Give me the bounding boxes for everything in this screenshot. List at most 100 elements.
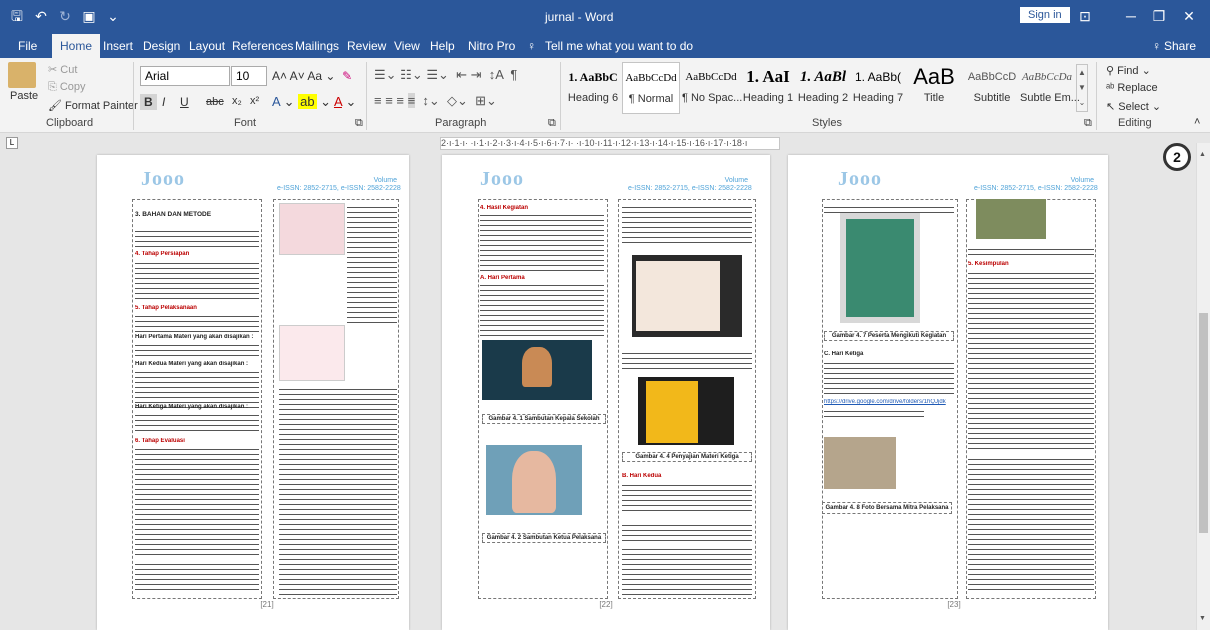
tab-help[interactable]: Help: [430, 34, 455, 58]
tab-selector-icon[interactable]: L: [6, 137, 18, 149]
replace-icon: ᵃᵇ: [1106, 82, 1118, 94]
superscript-button[interactable]: x²: [250, 95, 259, 107]
layout-icon[interactable]: ▣: [80, 7, 98, 25]
heading-hari-kedua: B. Hari Kedua: [622, 473, 662, 479]
screenshot-image: [279, 325, 345, 381]
body-text: [480, 211, 604, 271]
tab-home[interactable]: Home: [52, 34, 101, 58]
paste-button[interactable]: Paste: [10, 90, 38, 102]
body-text: [968, 245, 1094, 257]
styles-scroll-icon[interactable]: ▲ ▼ ⌄: [1076, 64, 1088, 112]
body-text: [347, 203, 397, 323]
scissors-icon: ✂: [48, 64, 61, 76]
heading-hari-ketiga: Hari Ketiga Materi yang akan disajikan :: [135, 404, 249, 410]
font-size-controls[interactable]: A˄ A˅ Aa ⌄ ✎: [272, 69, 352, 83]
vertical-scrollbar[interactable]: ▲ ▼: [1196, 143, 1210, 630]
separator: [560, 62, 561, 130]
drive-link[interactable]: https://drive.google.com/drive/folders/1…: [824, 399, 952, 406]
tab-file[interactable]: File: [18, 34, 37, 58]
font-size-box[interactable]: 10: [231, 66, 267, 86]
style-heading1[interactable]: 1. AaI Heading 1: [742, 62, 794, 114]
window-title: jurnal - Word: [545, 10, 614, 24]
photo-group: [824, 437, 896, 489]
style-subtle-emphasis[interactable]: AaBbCcDa Subtle Em...: [1020, 62, 1080, 114]
find-button[interactable]: ⚲ Find ⌄: [1106, 64, 1151, 77]
figure-caption: Gambar 4. 8 Foto Bersama Mitra Pelaksana: [822, 502, 952, 514]
page-21[interactable]: Jooo Volume e-ISSN: 2852-2715, e-ISSN: 2…: [97, 155, 409, 630]
style-heading2[interactable]: 1. AaBl Heading 2: [796, 62, 850, 114]
close-icon[interactable]: ✕: [1180, 7, 1198, 25]
separator: [1096, 62, 1097, 130]
copy-button[interactable]: ⎘ Copy: [48, 81, 86, 94]
style-no-spacing[interactable]: AaBbCcDd ¶ No Spac...: [682, 62, 742, 114]
body-text: [135, 411, 259, 433]
ribbon-home: Paste ✂ Cut ⎘ Copy 🖌 Format Painter Clip…: [0, 58, 1210, 133]
tab-references[interactable]: References: [232, 34, 293, 58]
style-heading7[interactable]: 1. AaBb(Heading 7: [852, 62, 904, 114]
page-header: Volume e-ISSN: 2852-2715, e-ISSN: 2582-2…: [974, 177, 1098, 192]
text-effects-icon[interactable]: A ⌄ ab ⌄ A ⌄: [272, 94, 356, 110]
paste-icon[interactable]: [8, 62, 36, 88]
font-dialog-icon[interactable]: ⧉: [355, 117, 363, 130]
style-title[interactable]: AaB Title: [906, 62, 962, 114]
body-text: [824, 407, 924, 421]
tab-design[interactable]: Design: [143, 34, 180, 58]
style-subtitle[interactable]: AaBbCcD Subtitle: [964, 62, 1020, 114]
figure-caption: Gambar 4. 4 Penyajian Materi Ketiga: [622, 452, 752, 462]
select-button[interactable]: ↖ Select ⌄: [1106, 100, 1161, 113]
underline-button[interactable]: U: [180, 95, 189, 109]
bold-button[interactable]: B: [140, 94, 157, 110]
page-number: [23]: [947, 600, 961, 609]
ribbon-display-icon[interactable]: ⊡: [1076, 7, 1094, 25]
list-buttons[interactable]: ☰⌄ ☷⌄ ☰⌄ ⇤ ⇥ ↕A ¶: [374, 67, 517, 83]
paragraph-dialog-icon[interactable]: ⧉: [548, 117, 556, 130]
replace-button[interactable]: ᵃᵇ Replace: [1106, 82, 1158, 94]
style-normal[interactable]: AaBbCcDd ¶ Normal: [622, 62, 680, 114]
cut-button[interactable]: ✂ Cut: [48, 63, 77, 76]
restore-icon[interactable]: ❐: [1150, 7, 1168, 25]
tab-nitro-pro[interactable]: Nitro Pro: [468, 34, 515, 58]
sign-in-button[interactable]: Sign in: [1020, 7, 1070, 23]
tab-insert[interactable]: Insert: [103, 34, 133, 58]
scroll-down-icon[interactable]: ▼: [1199, 615, 1208, 624]
styles-dialog-icon[interactable]: ⧉: [1084, 117, 1092, 130]
speaker-photo: [512, 451, 556, 513]
horizontal-ruler[interactable]: 2·ı·1·ı· ·ı·1·ı·2·ı·3·ı·4·ı·5·ı·6·ı·7·ı·…: [440, 137, 780, 150]
tab-mailings[interactable]: Mailings: [295, 34, 339, 58]
page-23[interactable]: Jooo Volume e-ISSN: 2852-2715, e-ISSN: 2…: [788, 155, 1108, 630]
body-text: [135, 445, 259, 555]
undo-icon[interactable]: ↶: [32, 7, 50, 25]
collapse-ribbon-icon[interactable]: ˄: [1194, 116, 1200, 128]
scroll-thumb[interactable]: [1199, 313, 1208, 533]
tab-view[interactable]: View: [394, 34, 420, 58]
phone-screen-content: [846, 219, 914, 317]
font-name-box[interactable]: Arial: [140, 66, 230, 86]
title-bar: 🖫 ↶ ↻ ▣ ⌄ jurnal - Word Sign in ⊡ ─ ❐ ✕: [0, 0, 1210, 34]
italic-button[interactable]: I: [162, 95, 165, 109]
screenshot-image: [279, 203, 345, 255]
body-text: [135, 259, 259, 299]
font-group-label: Font: [234, 117, 257, 129]
journal-logo: Jooo: [141, 168, 185, 190]
minimize-icon[interactable]: ─: [1122, 7, 1140, 25]
format-painter-button[interactable]: 🖌 Format Painter: [48, 99, 138, 112]
customize-qat-icon[interactable]: ⌄: [104, 7, 122, 25]
body-text: [968, 455, 1094, 591]
heading-hari-ketiga: C. Hari Ketiga: [824, 351, 864, 357]
page-22[interactable]: Jooo Volume e-ISSN: 2852-2715, e-ISSN: 2…: [442, 155, 770, 630]
figure-caption: Gambar 4. 7 Peserta Mengikuti Kegiatan: [824, 331, 954, 341]
tab-review[interactable]: Review: [347, 34, 386, 58]
style-heading6[interactable]: 1. AaBbC Heading 6: [566, 62, 620, 114]
body-text: [135, 341, 259, 359]
redo-icon[interactable]: ↻: [56, 7, 74, 25]
strikethrough-button[interactable]: abc: [206, 96, 224, 108]
save-icon[interactable]: 🖫: [8, 7, 26, 25]
scroll-up-icon[interactable]: ▲: [1199, 151, 1208, 160]
subscript-button[interactable]: x₂: [232, 95, 242, 107]
heading-hari-pertama: Hari Pertama Materi yang akan disajikan …: [135, 334, 254, 340]
body-text: [480, 281, 604, 337]
tab-layout[interactable]: Layout: [189, 34, 225, 58]
align-buttons[interactable]: ≡ ≡ ≡ ≡ ↕⌄ ◇⌄ ⊞⌄: [374, 93, 497, 109]
share-button[interactable]: Share: [1164, 34, 1196, 58]
tell-me-search[interactable]: Tell me what you want to do: [545, 34, 693, 58]
